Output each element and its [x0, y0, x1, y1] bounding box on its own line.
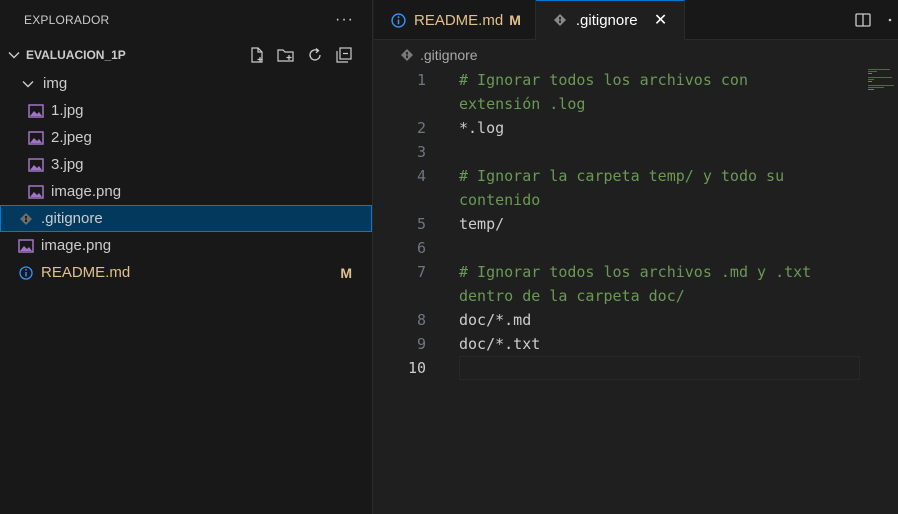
file-label: image.png	[51, 183, 122, 200]
modified-badge: M	[509, 12, 521, 28]
folder-actions	[247, 45, 354, 65]
code-line-current: 10	[374, 356, 864, 380]
git-file-icon	[400, 48, 414, 62]
line-number: 10	[407, 359, 426, 377]
image-file-icon	[28, 103, 44, 119]
info-icon	[18, 265, 34, 281]
file-1-jpg[interactable]: 1.jpg	[0, 97, 372, 124]
code-line: 2 *.log	[374, 116, 864, 140]
code-text: doc/*.md	[459, 311, 532, 329]
file-label: image.png	[41, 237, 112, 254]
code-text-wrap: extensión .log	[459, 95, 586, 113]
more-actions-icon[interactable]	[886, 11, 894, 29]
code-line: 9 doc/*.txt	[374, 332, 864, 356]
file-label: 3.jpg	[51, 156, 84, 173]
image-file-icon	[18, 238, 34, 254]
split-editor-icon[interactable]	[854, 11, 872, 29]
file-readme[interactable]: README.md M	[0, 259, 372, 286]
new-file-icon[interactable]	[247, 45, 267, 65]
code-text-wrap: dentro de la carpeta doc/	[459, 287, 685, 305]
file-3-jpg[interactable]: 3.jpg	[0, 151, 372, 178]
collapse-all-icon[interactable]	[334, 45, 354, 65]
code-line: 6	[374, 236, 864, 260]
folder-img[interactable]: img	[0, 70, 372, 97]
root-folder[interactable]: EVALUACION_1P	[0, 40, 372, 70]
current-line-highlight	[459, 356, 860, 380]
file-label: .gitignore	[41, 210, 103, 227]
line-number: 3	[416, 143, 426, 161]
code-text: # Ignorar todos los archivos con	[459, 71, 748, 89]
tab-readme[interactable]: README.md M	[374, 0, 536, 40]
info-icon	[390, 12, 406, 28]
explorer-sidebar: EXPLORADOR ··· EVALUACION_1P img 1.jpg 2…	[0, 0, 373, 514]
breadcrumb: .gitignore	[374, 44, 478, 66]
tab-label: .gitignore	[575, 11, 638, 29]
minimap[interactable]	[868, 68, 898, 98]
code-text: # Ignorar la carpeta temp/ y todo su	[459, 167, 785, 185]
tab-actions	[854, 0, 898, 40]
code-line-wrap: dentro de la carpeta doc/	[374, 284, 864, 308]
image-file-icon	[28, 157, 44, 173]
code-line-wrap: extensión .log	[374, 92, 864, 116]
line-number: 1	[416, 71, 426, 89]
code-line: 4 # Ignorar la carpeta temp/ y todo su	[374, 164, 864, 188]
line-number: 4	[416, 167, 426, 185]
explorer-title: EXPLORADOR	[24, 13, 110, 27]
file-label: 2.jpeg	[51, 129, 92, 146]
file-label: 1.jpg	[51, 102, 84, 119]
code-editor[interactable]: 1 # Ignorar todos los archivos con exten…	[374, 68, 898, 514]
code-line: 1 # Ignorar todos los archivos con	[374, 68, 864, 92]
code-text: *.log	[459, 119, 505, 137]
code-line: 8 doc/*.md	[374, 308, 864, 332]
line-number: 2	[416, 119, 426, 137]
refresh-icon[interactable]	[305, 45, 325, 65]
code-text: # Ignorar todos los archivos .md y .txt	[459, 263, 812, 281]
chevron-down-icon	[20, 76, 36, 92]
breadcrumb-file[interactable]: .gitignore	[420, 47, 478, 63]
explorer-header: EXPLORADOR ···	[0, 0, 372, 40]
more-actions-icon[interactable]: ···	[335, 11, 354, 29]
tab-label: README.md	[414, 11, 504, 29]
line-number: 6	[416, 239, 426, 257]
file-img-image-png[interactable]: image.png	[0, 178, 372, 205]
modified-badge: M	[340, 264, 352, 281]
code-text-wrap: contenido	[459, 191, 541, 209]
new-folder-icon[interactable]	[276, 45, 296, 65]
code-text: temp/	[459, 215, 505, 233]
code-line: 3	[374, 140, 864, 164]
editor-tabs: README.md M .gitignore ✕	[374, 0, 898, 40]
git-file-icon	[18, 211, 34, 227]
chevron-down-icon	[6, 47, 22, 63]
file-2-jpeg[interactable]: 2.jpeg	[0, 124, 372, 151]
tab-gitignore[interactable]: .gitignore ✕	[535, 0, 685, 40]
line-number: 5	[416, 215, 426, 233]
git-file-icon	[552, 12, 568, 28]
code-line: 5 temp/	[374, 212, 864, 236]
code-text: doc/*.txt	[459, 335, 541, 353]
file-label: README.md	[41, 264, 131, 281]
code-line: 7 # Ignorar todos los archivos .md y .tx…	[374, 260, 864, 284]
line-number: 9	[416, 335, 426, 353]
folder-img-label: img	[43, 75, 68, 92]
root-folder-name: EVALUACION_1P	[26, 48, 126, 62]
line-number: 7	[416, 263, 426, 281]
file-gitignore[interactable]: .gitignore	[0, 205, 372, 232]
image-file-icon	[28, 130, 44, 146]
code-line-wrap: contenido	[374, 188, 864, 212]
line-number: 8	[416, 311, 426, 329]
file-image-png[interactable]: image.png	[0, 232, 372, 259]
close-icon[interactable]: ✕	[652, 11, 670, 29]
image-file-icon	[28, 184, 44, 200]
